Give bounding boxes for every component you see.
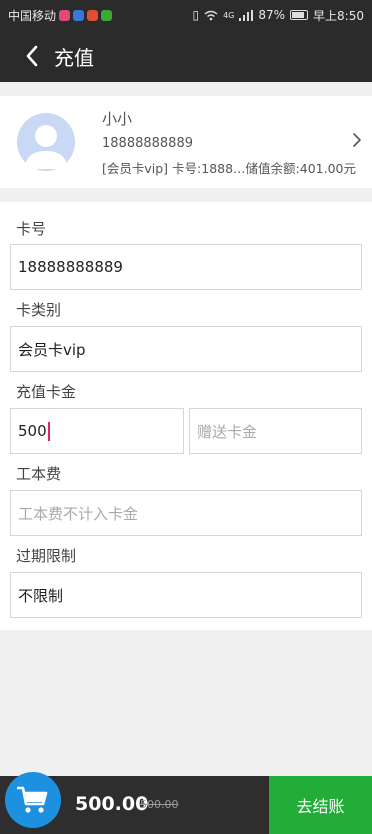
member-info: 小小 18888888889 [会员卡vip] 卡号:1888…储值余额:401… (102, 108, 356, 177)
signal-icon (239, 9, 254, 21)
battery-percent: 87% (258, 8, 286, 22)
recharge-amount-field[interactable]: 500 (10, 408, 184, 454)
member-card-detail: [会员卡vip] 卡号:1888…储值余额:401.00元 (102, 160, 357, 176)
total-amount: 500.00 (75, 793, 149, 815)
app-notification-icon (87, 9, 99, 21)
card-no-field[interactable]: 18888888889 (10, 244, 362, 290)
network-type: 4G (223, 10, 235, 20)
card-type-field[interactable]: 会员卡vip (10, 326, 362, 372)
clock: 早上8:50 (313, 8, 364, 23)
original-price: 500.00 (140, 798, 179, 811)
chevron-right-icon (353, 133, 361, 147)
avatar (17, 113, 75, 171)
labor-fee-field[interactable]: 工本费不计入卡金 (10, 490, 362, 536)
wifi-icon (204, 10, 218, 20)
expiry-field[interactable]: 不限制 (10, 572, 362, 618)
page-title: 充值 (54, 45, 94, 70)
chevron-left-icon (26, 45, 38, 67)
nav-bar: 充值 (0, 30, 372, 82)
expiry-label: 过期限制 (16, 547, 77, 565)
cart-button[interactable] (5, 772, 61, 828)
recharge-amount-value: 500 (18, 422, 47, 440)
recharge-form: 卡号 18888888889 卡类别 会员卡vip 充值卡金 500 赠送卡金 … (0, 202, 372, 630)
member-phone: 18888888889 (102, 135, 193, 151)
member-name: 小小 (102, 109, 133, 128)
cart-icon (17, 786, 48, 813)
checkout-button[interactable]: 去结账 (269, 776, 372, 834)
user-avatar-icon (25, 125, 67, 169)
vibrate-icon: ▯ (192, 8, 200, 22)
bonus-amount-field[interactable]: 赠送卡金 (189, 408, 362, 454)
card-no-label: 卡号 (16, 220, 47, 238)
status-right: ▯ 4G 87% 早上8:50 (192, 7, 364, 24)
wechat-icon (101, 9, 113, 21)
app-notification-icon (73, 9, 85, 21)
recharge-amount-label: 充值卡金 (16, 383, 77, 401)
status-bar: 中国移动 ▯ 4G 87% 早上8:50 (0, 0, 372, 30)
member-card[interactable]: 小小 18888888889 [会员卡vip] 卡号:1888…储值余额:401… (0, 96, 372, 188)
labor-fee-label: 工本费 (16, 465, 62, 483)
text-caret (47, 421, 50, 441)
app-notification-icon (59, 9, 71, 21)
status-left: 中国移动 (8, 7, 113, 24)
battery-icon (290, 10, 309, 20)
carrier-text: 中国移动 (8, 8, 57, 23)
card-type-label: 卡类别 (16, 301, 62, 319)
back-button[interactable] (12, 30, 52, 82)
